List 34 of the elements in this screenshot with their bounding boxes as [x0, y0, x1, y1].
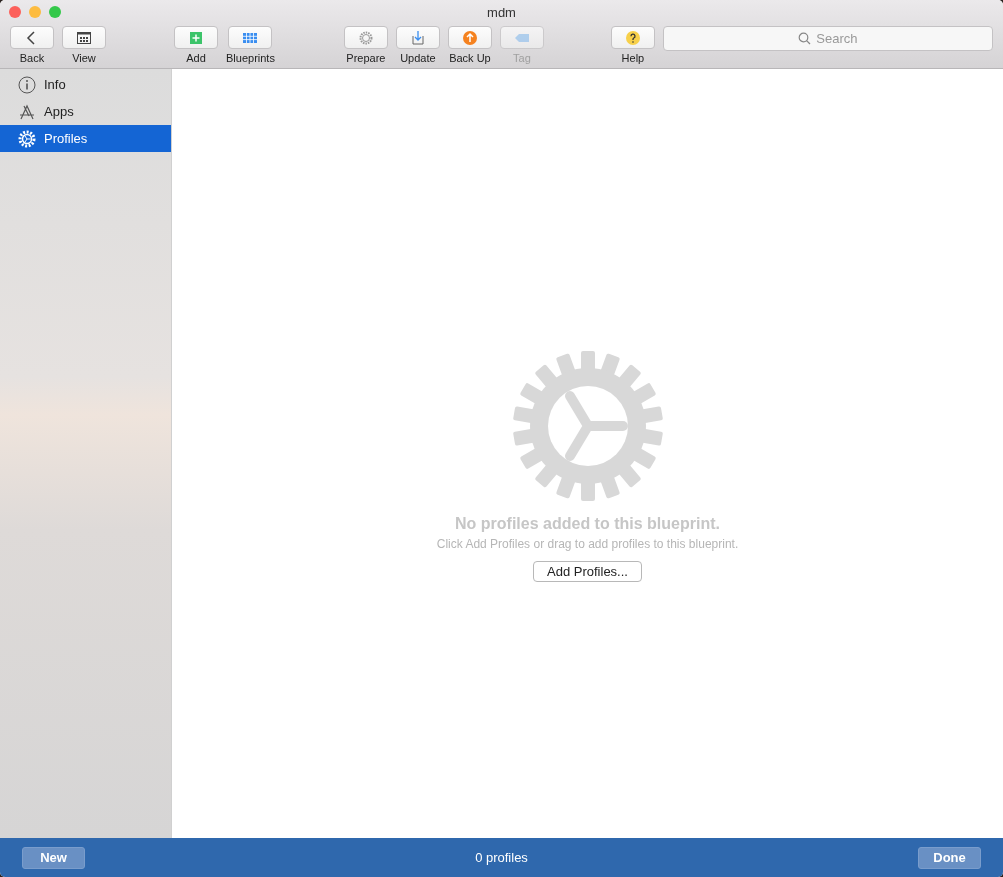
new-button[interactable]: New: [22, 846, 85, 869]
done-button[interactable]: Done: [918, 846, 981, 869]
toolbar-label: Add: [186, 52, 206, 64]
download-icon: [409, 29, 426, 46]
gear-icon: [18, 129, 36, 148]
sidebar-item[interactable]: Profiles: [0, 125, 171, 152]
question-icon: [624, 29, 641, 46]
sidebar-item[interactable]: Apps: [0, 98, 171, 125]
minimize-button[interactable]: [29, 6, 41, 18]
toolbar-label: View: [72, 52, 96, 64]
toolbar-label: Help: [621, 52, 645, 64]
search-placeholder: Search: [816, 31, 858, 46]
sidebar-item[interactable]: Info: [0, 71, 171, 98]
zoom-button[interactable]: [49, 6, 61, 18]
toolbar-label: Back Up: [449, 52, 491, 64]
search-field[interactable]: Search: [662, 26, 993, 51]
toolbar-button[interactable]: [62, 26, 106, 49]
info-icon: [18, 75, 36, 94]
gear-icon: [357, 29, 374, 46]
add-profiles-button[interactable]: Add Profiles...: [533, 561, 642, 582]
toolbar-label: Blueprints: [226, 52, 275, 64]
toolbar-label: Tag: [513, 52, 531, 64]
calendar-icon: [76, 29, 92, 46]
empty-state-subtitle: Click Add Profiles or drag to add profiles to this blueprint.: [436, 537, 739, 551]
toolbar-label: Update: [400, 52, 436, 64]
search-icon: [798, 32, 812, 45]
toolbar-label: Prepare: [346, 52, 386, 64]
empty-state-title: No profiles added to this blueprint.: [455, 515, 720, 533]
plus-icon: [188, 29, 204, 46]
gear-icon: [512, 351, 663, 501]
profile-count: 0 profiles: [475, 850, 528, 865]
window-title: mdm: [487, 4, 516, 20]
close-button[interactable]: [9, 6, 21, 18]
toolbar-label: Back: [19, 52, 45, 64]
